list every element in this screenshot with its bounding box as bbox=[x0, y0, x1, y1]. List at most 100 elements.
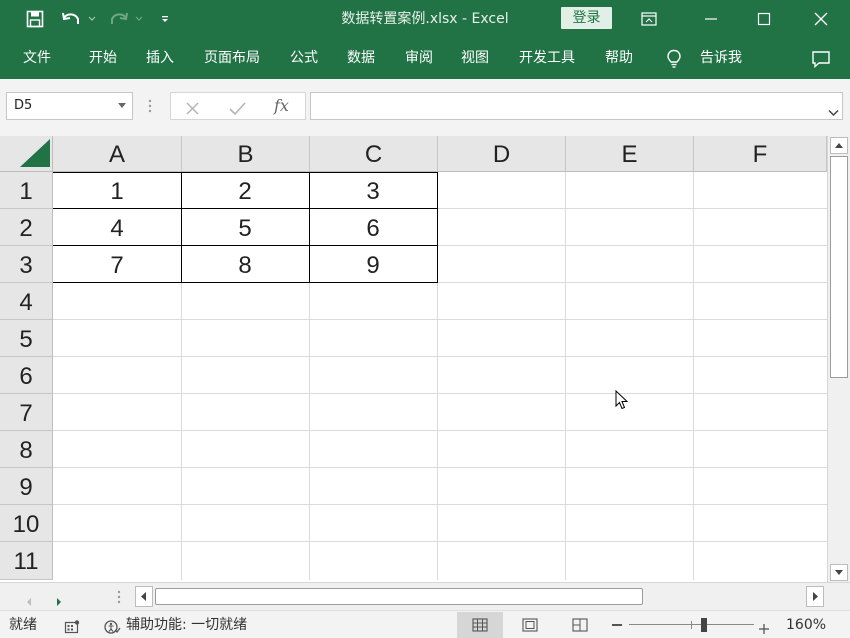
redo-dropdown-icon[interactable] bbox=[133, 0, 145, 38]
row-header-2[interactable]: 2 bbox=[0, 209, 53, 246]
formula-bar-grip-icon[interactable] bbox=[148, 98, 152, 114]
row-header-8[interactable]: 8 bbox=[0, 431, 53, 468]
horizontal-scroll-thumb[interactable] bbox=[155, 588, 643, 605]
name-box[interactable]: D5 bbox=[6, 92, 133, 120]
column-header-c[interactable]: C bbox=[310, 136, 438, 172]
row-header-4[interactable]: 4 bbox=[0, 283, 53, 320]
row-header-9[interactable]: 9 bbox=[0, 468, 53, 505]
column-header-e[interactable]: E bbox=[566, 136, 694, 172]
undo-dropdown-icon[interactable] bbox=[86, 0, 98, 38]
gridline bbox=[53, 504, 827, 505]
cell-a3[interactable]: 7 bbox=[53, 246, 181, 283]
tab-page-layout[interactable]: 页面布局 bbox=[196, 38, 268, 79]
scroll-left-icon[interactable] bbox=[135, 586, 153, 607]
tab-help[interactable]: 帮助 bbox=[596, 38, 642, 79]
ribbon-tabs: 文件 开始 插入 页面布局 公式 数据 审阅 视图 开发工具 帮助 告诉我 bbox=[0, 38, 850, 79]
row-header-6[interactable]: 6 bbox=[0, 357, 53, 394]
tab-developer[interactable]: 开发工具 bbox=[510, 38, 584, 79]
zoom-level[interactable]: 160% bbox=[786, 611, 826, 638]
cell-b1[interactable]: 2 bbox=[181, 172, 309, 209]
formula-actions: fx bbox=[170, 92, 306, 120]
tab-file[interactable]: 文件 bbox=[14, 38, 60, 79]
zoom-slider-midmark bbox=[691, 621, 692, 629]
gridline bbox=[693, 172, 694, 580]
page-layout-view-icon[interactable] bbox=[507, 612, 553, 638]
gridline bbox=[53, 467, 827, 468]
maximize-icon[interactable] bbox=[741, 0, 787, 38]
prev-sheet-icon[interactable] bbox=[25, 592, 33, 611]
gridline bbox=[565, 172, 566, 580]
tell-me-search[interactable]: 告诉我 bbox=[695, 38, 747, 79]
name-box-dropdown-icon[interactable] bbox=[118, 103, 126, 108]
vertical-scroll-thumb[interactable] bbox=[830, 156, 848, 378]
column-header-b[interactable]: B bbox=[182, 136, 310, 172]
lightbulb-icon[interactable] bbox=[663, 38, 685, 79]
select-all-corner[interactable] bbox=[0, 136, 53, 172]
minimize-icon[interactable] bbox=[688, 0, 734, 38]
row-header-7[interactable]: 7 bbox=[0, 394, 53, 431]
formula-input[interactable] bbox=[310, 92, 843, 120]
login-button[interactable]: 登录 bbox=[561, 7, 612, 29]
ribbon-display-options-icon[interactable] bbox=[626, 0, 672, 38]
tab-view[interactable]: 视图 bbox=[452, 38, 498, 79]
scroll-right-icon[interactable] bbox=[806, 586, 824, 607]
zoom-slider-thumb[interactable] bbox=[701, 618, 707, 632]
column-header-d[interactable]: D bbox=[438, 136, 566, 172]
undo-icon[interactable] bbox=[58, 0, 84, 38]
cell-a1[interactable]: 1 bbox=[53, 172, 181, 209]
redo-icon[interactable] bbox=[106, 0, 132, 38]
name-box-value: D5 bbox=[14, 98, 33, 113]
gridline bbox=[53, 541, 827, 542]
accessibility-icon[interactable] bbox=[103, 617, 121, 634]
tab-insert[interactable]: 插入 bbox=[137, 38, 183, 79]
table-border bbox=[309, 172, 310, 283]
status-ready: 就绪 bbox=[9, 617, 37, 633]
save-icon[interactable] bbox=[22, 0, 48, 38]
zoom-in-icon[interactable] bbox=[758, 617, 770, 634]
column-header-f[interactable]: F bbox=[694, 136, 827, 172]
cell-a2[interactable]: 4 bbox=[53, 209, 181, 246]
scroll-down-icon[interactable] bbox=[830, 564, 848, 581]
window-title: 数据转置案例.xlsx - Excel bbox=[341, 11, 509, 27]
cell-c3[interactable]: 9 bbox=[309, 246, 437, 283]
tab-split-grip-icon[interactable] bbox=[117, 589, 121, 609]
row-header-3[interactable]: 3 bbox=[0, 246, 53, 283]
zoom-out-icon[interactable] bbox=[612, 624, 622, 626]
vertical-scrollbar[interactable] bbox=[827, 136, 850, 582]
close-icon[interactable] bbox=[798, 0, 844, 38]
enter-check-icon[interactable] bbox=[229, 100, 246, 119]
row-header-1[interactable]: 1 bbox=[0, 172, 53, 209]
table-border bbox=[437, 172, 438, 283]
table-border bbox=[53, 282, 438, 283]
cell-c2[interactable]: 6 bbox=[309, 209, 437, 246]
tab-data[interactable]: 数据 bbox=[338, 38, 384, 79]
cell-c1[interactable]: 3 bbox=[309, 172, 437, 209]
gridline bbox=[53, 430, 827, 431]
sheet-tab-bar bbox=[0, 582, 850, 610]
tab-home[interactable]: 开始 bbox=[80, 38, 126, 79]
next-sheet-icon[interactable] bbox=[55, 592, 63, 611]
row-header-10[interactable]: 10 bbox=[0, 505, 53, 542]
row-header-11[interactable]: 11 bbox=[0, 542, 53, 580]
gridline bbox=[53, 319, 827, 320]
worksheet-grid[interactable]: A B C D E F 1 2 3 4 5 6 7 8 9 10 11 1 2 … bbox=[0, 136, 827, 580]
cancel-icon[interactable] bbox=[186, 100, 199, 119]
comments-icon[interactable] bbox=[808, 38, 834, 79]
scroll-up-icon[interactable] bbox=[830, 137, 848, 154]
table-border bbox=[53, 245, 438, 246]
gridline bbox=[53, 356, 827, 357]
cell-b3[interactable]: 8 bbox=[181, 246, 309, 283]
tab-formulas[interactable]: 公式 bbox=[282, 38, 326, 79]
column-header-a[interactable]: A bbox=[53, 136, 182, 172]
cell-b2[interactable]: 5 bbox=[181, 209, 309, 246]
normal-view-icon[interactable] bbox=[457, 612, 503, 638]
customize-toolbar-icon[interactable] bbox=[158, 0, 172, 38]
row-header-5[interactable]: 5 bbox=[0, 320, 53, 357]
tab-review[interactable]: 审阅 bbox=[396, 38, 442, 79]
macro-record-icon[interactable] bbox=[64, 617, 80, 634]
insert-function-button[interactable]: fx bbox=[274, 96, 289, 115]
page-break-preview-icon[interactable] bbox=[557, 612, 603, 638]
excel-window: 数据转置案例.xlsx - Excel 登录 文件 开始 插入 页面布局 公式 … bbox=[0, 0, 850, 638]
expand-formula-bar-icon[interactable] bbox=[828, 102, 839, 121]
accessibility-status[interactable]: 辅助功能: 一切就绪 bbox=[126, 611, 247, 638]
